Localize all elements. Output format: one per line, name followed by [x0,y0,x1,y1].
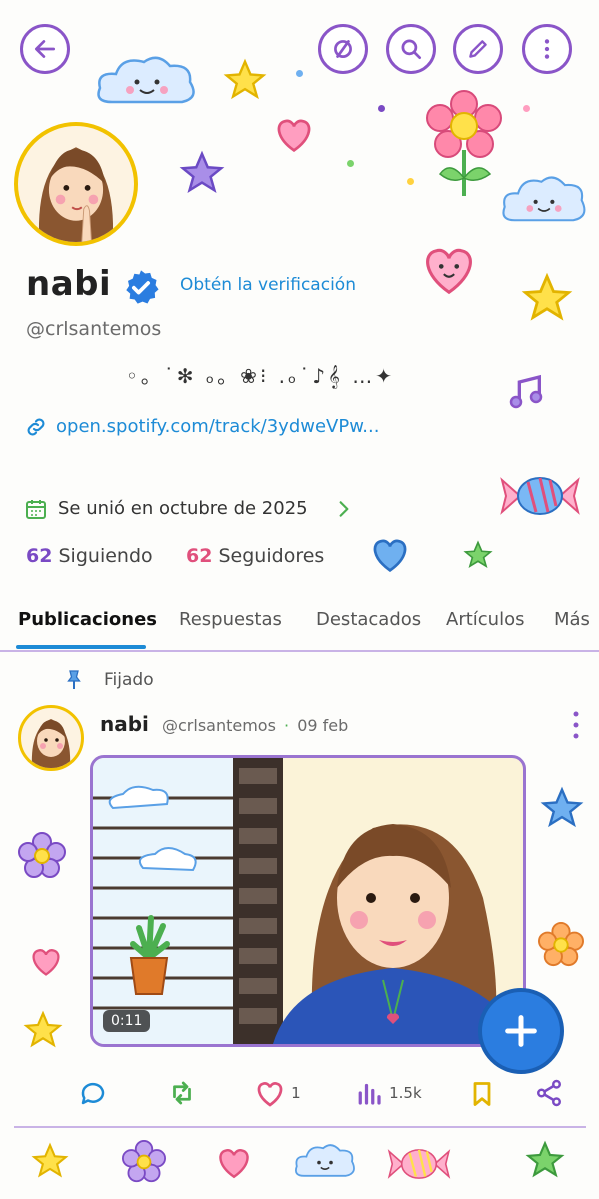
heart-doodle-icon [277,119,311,153]
post-more-icon[interactable] [572,710,580,740]
following-stat[interactable]: 62 Siguiendo [26,545,153,567]
chevron-right-icon[interactable] [334,498,352,520]
post-avatar[interactable] [18,705,84,771]
verified-badge-icon [122,268,160,306]
search-button[interactable] [386,24,436,74]
heart-doodle-icon [32,949,60,976]
tab-respuestas[interactable]: Respuestas [179,609,282,630]
link-icon [24,415,48,439]
profile-bio: ◦。˙✻ ₒ。❀⁝ .ₒ˙♪𝄞 …✦ [126,364,395,388]
flower-doodle-icon [426,90,502,196]
flower-doodle-icon [538,922,584,967]
active-tab-indicator [16,645,146,649]
star-doodle-icon [525,1140,565,1178]
star-doodle-icon [223,58,267,100]
views-chart-icon [358,1083,381,1105]
cloud-doodle-icon [97,56,195,104]
display-name: nabi [26,264,112,304]
avatar[interactable] [14,122,138,246]
views-button[interactable]: 1.5k [354,1078,422,1108]
back-arrow-icon [34,40,56,58]
share-button[interactable] [534,1078,564,1108]
heart-icon [257,1082,283,1107]
tab-articulos[interactable]: Artículos [446,609,524,630]
confetti-dot [296,70,303,77]
confetti-dot [523,105,530,112]
repost-icon [173,1081,191,1105]
flower-doodle-icon [122,1140,166,1183]
star-doodle-icon [31,1142,69,1178]
post-divider [14,1126,586,1128]
followers-stat[interactable]: 62 Seguidores [186,545,324,567]
heart-doodle-icon [219,1148,249,1179]
pinned-label: Fijado [104,670,154,690]
more-button[interactable] [522,24,572,74]
bookmark-button[interactable] [468,1078,496,1110]
pencil-icon [469,40,487,58]
post-video[interactable]: 0:11 [90,755,526,1047]
candy-doodle-icon [500,477,580,515]
tab-mas[interactable]: Más [554,609,590,630]
video-thumbnail [93,758,523,1044]
bookmark-icon [473,1082,491,1106]
post-date: 09 feb [297,716,349,735]
pin-icon [62,668,86,692]
star-doodle-icon [540,786,584,828]
heart-doodle-icon [373,539,407,573]
repost-button[interactable] [166,1078,198,1108]
share-icon [537,1079,561,1107]
views-count: 1.5k [389,1084,422,1102]
star-doodle-icon [521,272,573,321]
post-handle: @crlsantemos [162,716,276,735]
star-doodle-icon [23,1010,63,1048]
like-count: 1 [291,1084,301,1102]
confetti-dot [407,178,414,185]
following-count: 62 [26,545,53,567]
post-separator: · [284,716,290,735]
post-header: nabi @crlsantemos · 09 feb [100,712,348,736]
confetti-dot [378,105,385,112]
following-label: Siguiendo [58,545,153,567]
star-doodle-icon [179,150,225,193]
search-icon [401,39,422,60]
video-duration: 0:11 [103,1010,151,1032]
get-verified-link[interactable]: Obtén la verificación [180,275,356,295]
cloud-doodle-icon [502,176,586,222]
compose-button[interactable] [478,988,564,1074]
cloud-doodle-icon [295,1144,355,1177]
flower-doodle-icon [18,832,66,878]
edit-button[interactable] [453,24,503,74]
confetti-dot [347,160,354,167]
followers-label: Seguidores [218,545,325,567]
joined-date: Se unió en octubre de 2025 [58,498,308,519]
post-author[interactable]: nabi [100,712,149,736]
eye-off-icon [334,40,352,58]
profile-handle: @crlsantemos [26,318,162,340]
like-button[interactable]: 1 [254,1078,301,1108]
tab-publicaciones[interactable]: Publicaciones [18,609,157,630]
calendar-icon [24,497,48,521]
profile-link[interactable]: open.spotify.com/track/3ydweVPw... [56,416,379,437]
plus-icon [505,1015,537,1047]
music-note-doodle-icon [509,374,543,409]
heart-face-doodle-icon [426,248,472,295]
candy-doodle-icon [387,1149,451,1179]
back-button[interactable] [20,24,70,74]
reply-icon [81,1082,105,1105]
reply-button[interactable] [78,1078,108,1108]
hide-button[interactable] [318,24,368,74]
followers-count: 62 [186,545,213,567]
more-vertical-icon [544,39,550,59]
tab-destacados[interactable]: Destacados [316,609,421,630]
tabs-divider [0,650,599,652]
star-doodle-icon [463,540,493,569]
